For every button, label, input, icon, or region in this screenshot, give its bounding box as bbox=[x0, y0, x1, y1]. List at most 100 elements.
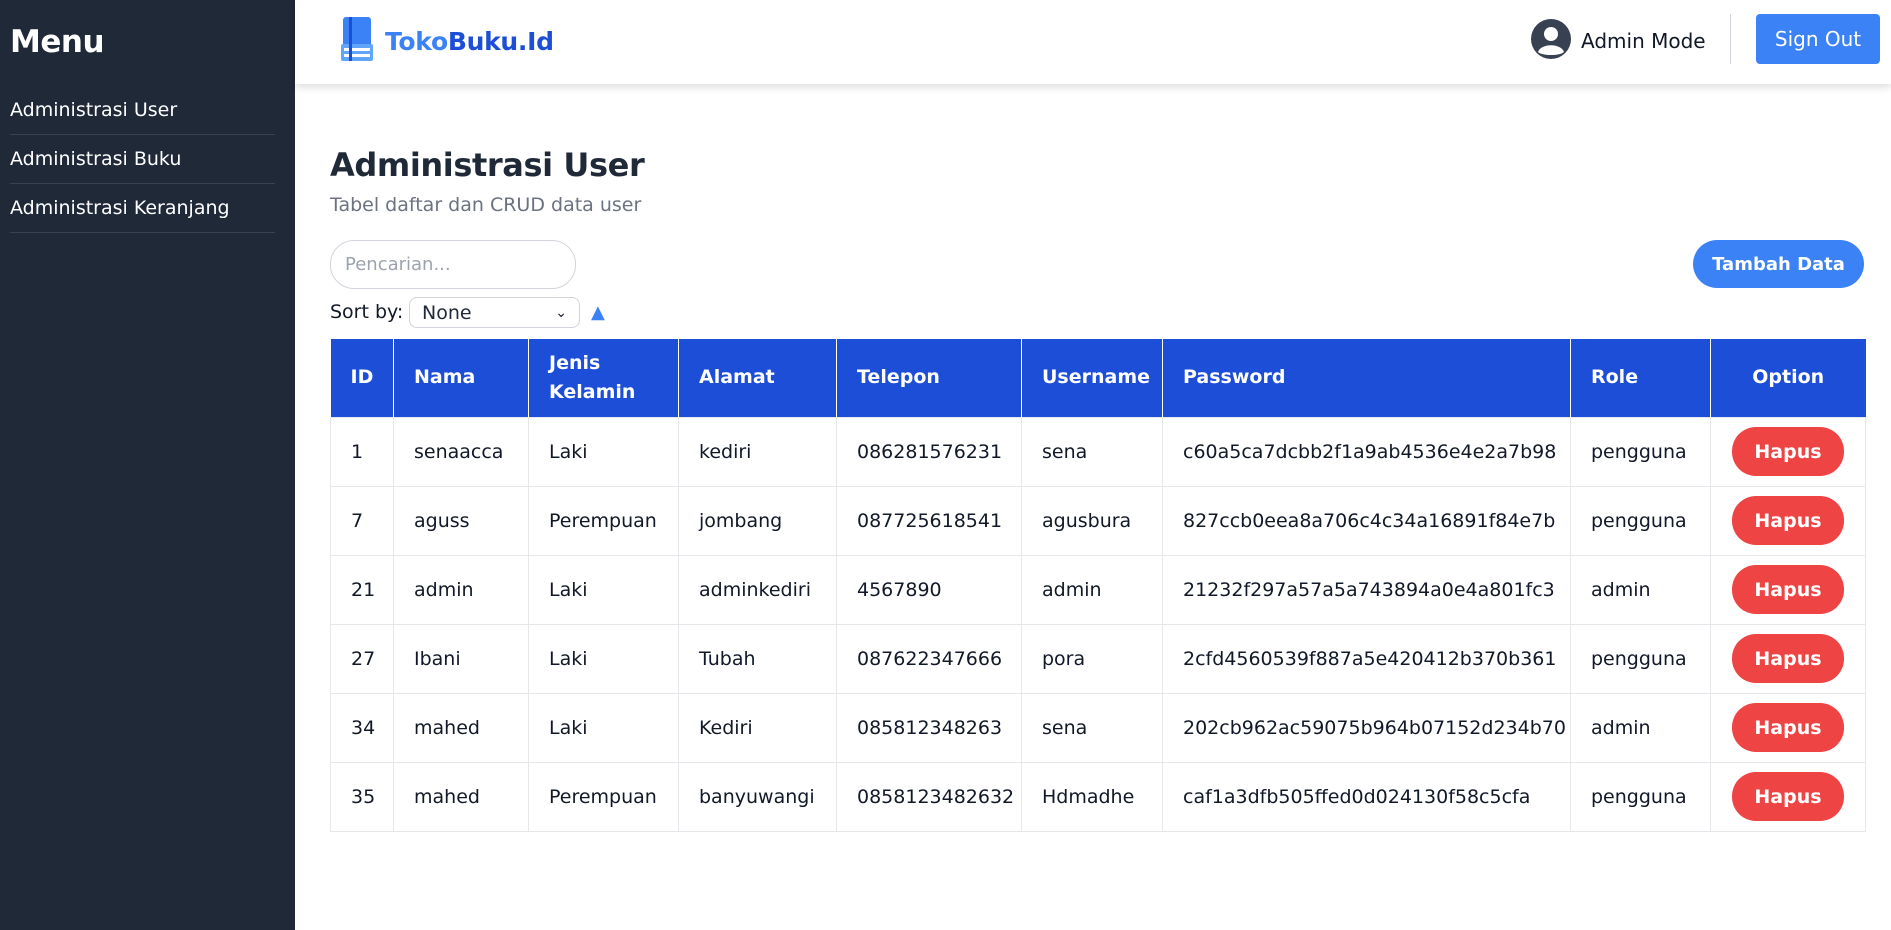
column-header-nama: Nama bbox=[393, 339, 529, 417]
delete-button[interactable]: Hapus bbox=[1732, 634, 1844, 683]
cell-alamat: Kediri bbox=[678, 692, 837, 763]
cell-alamat: Tubah bbox=[678, 623, 837, 694]
cell-password: 21232f297a57a5a743894a0e4a801fc3 bbox=[1162, 554, 1571, 625]
cell-username: admin bbox=[1021, 554, 1163, 625]
column-header-alamat: Alamat bbox=[678, 339, 837, 417]
cell-role: pengguna bbox=[1570, 416, 1711, 487]
cell-password: c60a5ca7dcbb2f1a9ab4536e4e2a7b98 bbox=[1162, 416, 1571, 487]
sort-select[interactable]: None ⌄ bbox=[409, 297, 580, 328]
table-row: 35 mahed Perempuan banyuwangi 0858123482… bbox=[330, 761, 1866, 832]
add-data-button[interactable]: Tambah Data bbox=[1693, 240, 1864, 288]
cell-option: Hapus bbox=[1710, 416, 1866, 487]
sidebar: Menu Administrasi User Administrasi Buku… bbox=[0, 0, 295, 930]
user-avatar-icon bbox=[1531, 19, 1571, 63]
sort-direction-icon[interactable]: ▲ bbox=[591, 302, 605, 323]
cell-username: sena bbox=[1021, 692, 1163, 763]
cell-jenis-kelamin: Perempuan bbox=[528, 761, 679, 832]
brand-name-part2: Buku.Id bbox=[447, 26, 554, 56]
chevron-down-icon: ⌄ bbox=[555, 304, 567, 321]
sidebar-item-administrasi-keranjang[interactable]: Administrasi Keranjang bbox=[10, 184, 275, 233]
cell-option: Hapus bbox=[1710, 692, 1866, 763]
cell-nama: mahed bbox=[393, 692, 529, 763]
delete-button[interactable]: Hapus bbox=[1732, 496, 1844, 545]
cell-id: 21 bbox=[330, 554, 394, 625]
cell-option: Hapus bbox=[1710, 761, 1866, 832]
cell-role: admin bbox=[1570, 554, 1711, 625]
brand-logo[interactable]: TokoBuku.Id bbox=[339, 14, 554, 68]
cell-option: Hapus bbox=[1710, 554, 1866, 625]
cell-password: 202cb962ac59075b964b07152d234b70 bbox=[1162, 692, 1571, 763]
column-header-username: Username bbox=[1021, 339, 1163, 417]
cell-jenis-kelamin: Laki bbox=[528, 692, 679, 763]
cell-alamat: kediri bbox=[678, 416, 837, 487]
column-header-id: ID bbox=[330, 339, 394, 417]
cell-jenis-kelamin: Laki bbox=[528, 416, 679, 487]
cell-role: pengguna bbox=[1570, 485, 1711, 556]
table-body: 1 senaacca Laki kediri 086281576231 sena… bbox=[330, 416, 1866, 832]
brand-name-part1: Toko bbox=[385, 26, 448, 56]
delete-button[interactable]: Hapus bbox=[1732, 565, 1844, 614]
cell-username: Hdmadhe bbox=[1021, 761, 1163, 832]
cell-telepon: 087622347666 bbox=[836, 623, 1022, 694]
table-header: ID Nama Jenis Kelamin Alamat Telepon Use… bbox=[330, 339, 1866, 417]
cell-telepon: 0858123482632 bbox=[836, 761, 1022, 832]
column-header-password: Password bbox=[1162, 339, 1571, 417]
delete-button[interactable]: Hapus bbox=[1732, 703, 1844, 752]
cell-nama: Ibani bbox=[393, 623, 529, 694]
column-header-telepon: Telepon bbox=[836, 339, 1022, 417]
cell-id: 1 bbox=[330, 416, 394, 487]
cell-role: admin bbox=[1570, 692, 1711, 763]
cell-jenis-kelamin: Perempuan bbox=[528, 485, 679, 556]
column-header-jenis-kelamin: Jenis Kelamin bbox=[528, 339, 679, 417]
table-row: 7 aguss Perempuan jombang 087725618541 a… bbox=[330, 485, 1866, 556]
cell-password: 2cfd4560539f887a5e420412b370b361 bbox=[1162, 623, 1571, 694]
sidebar-title: Menu bbox=[10, 24, 105, 60]
admin-mode-label: Admin Mode bbox=[1581, 29, 1706, 53]
sign-out-button[interactable]: Sign Out bbox=[1756, 14, 1880, 64]
admin-mode-indicator: Admin Mode bbox=[1531, 19, 1706, 63]
table-row: 21 admin Laki adminkediri 4567890 admin … bbox=[330, 554, 1866, 625]
sidebar-item-administrasi-buku[interactable]: Administrasi Buku bbox=[10, 135, 275, 184]
cell-username: pora bbox=[1021, 623, 1163, 694]
cell-telepon: 086281576231 bbox=[836, 416, 1022, 487]
cell-telepon: 085812348263 bbox=[836, 692, 1022, 763]
cell-nama: aguss bbox=[393, 485, 529, 556]
page-title: Administrasi User bbox=[330, 146, 645, 184]
delete-button[interactable]: Hapus bbox=[1732, 772, 1844, 821]
cell-alamat: jombang bbox=[678, 485, 837, 556]
sidebar-item-administrasi-user[interactable]: Administrasi User bbox=[10, 86, 275, 135]
cell-password: 827ccb0eea8a706c4c34a16891f84e7b bbox=[1162, 485, 1571, 556]
cell-option: Hapus bbox=[1710, 623, 1866, 694]
sort-select-value: None bbox=[422, 301, 472, 324]
cell-jenis-kelamin: Laki bbox=[528, 623, 679, 694]
cell-username: agusbura bbox=[1021, 485, 1163, 556]
cell-alamat: banyuwangi bbox=[678, 761, 837, 832]
table-row: 27 Ibani Laki Tubah 087622347666 pora 2c… bbox=[330, 623, 1866, 694]
delete-button[interactable]: Hapus bbox=[1732, 427, 1844, 476]
book-icon bbox=[339, 14, 375, 68]
column-header-option: Option bbox=[1710, 339, 1866, 417]
table-row: 1 senaacca Laki kediri 086281576231 sena… bbox=[330, 416, 1866, 487]
search-input[interactable] bbox=[330, 240, 576, 289]
top-navbar: TokoBuku.Id Admin Mode Sign Out bbox=[295, 0, 1891, 84]
cell-telepon: 087725618541 bbox=[836, 485, 1022, 556]
sort-label: Sort by: bbox=[330, 301, 404, 323]
cell-jenis-kelamin: Laki bbox=[528, 554, 679, 625]
cell-alamat: adminkediri bbox=[678, 554, 837, 625]
column-header-role: Role bbox=[1570, 339, 1711, 417]
sidebar-menu: Administrasi User Administrasi Buku Admi… bbox=[10, 86, 275, 233]
cell-username: sena bbox=[1021, 416, 1163, 487]
cell-telepon: 4567890 bbox=[836, 554, 1022, 625]
brand-name: TokoBuku.Id bbox=[385, 27, 554, 56]
cell-id: 34 bbox=[330, 692, 394, 763]
cell-id: 35 bbox=[330, 761, 394, 832]
cell-nama: senaacca bbox=[393, 416, 529, 487]
cell-password: caf1a3dfb505ffed0d024130f58c5cfa bbox=[1162, 761, 1571, 832]
cell-id: 27 bbox=[330, 623, 394, 694]
cell-nama: admin bbox=[393, 554, 529, 625]
cell-option: Hapus bbox=[1710, 485, 1866, 556]
cell-id: 7 bbox=[330, 485, 394, 556]
page-subtitle: Tabel daftar dan CRUD data user bbox=[330, 194, 642, 216]
header-divider bbox=[1730, 14, 1731, 64]
cell-role: pengguna bbox=[1570, 761, 1711, 832]
